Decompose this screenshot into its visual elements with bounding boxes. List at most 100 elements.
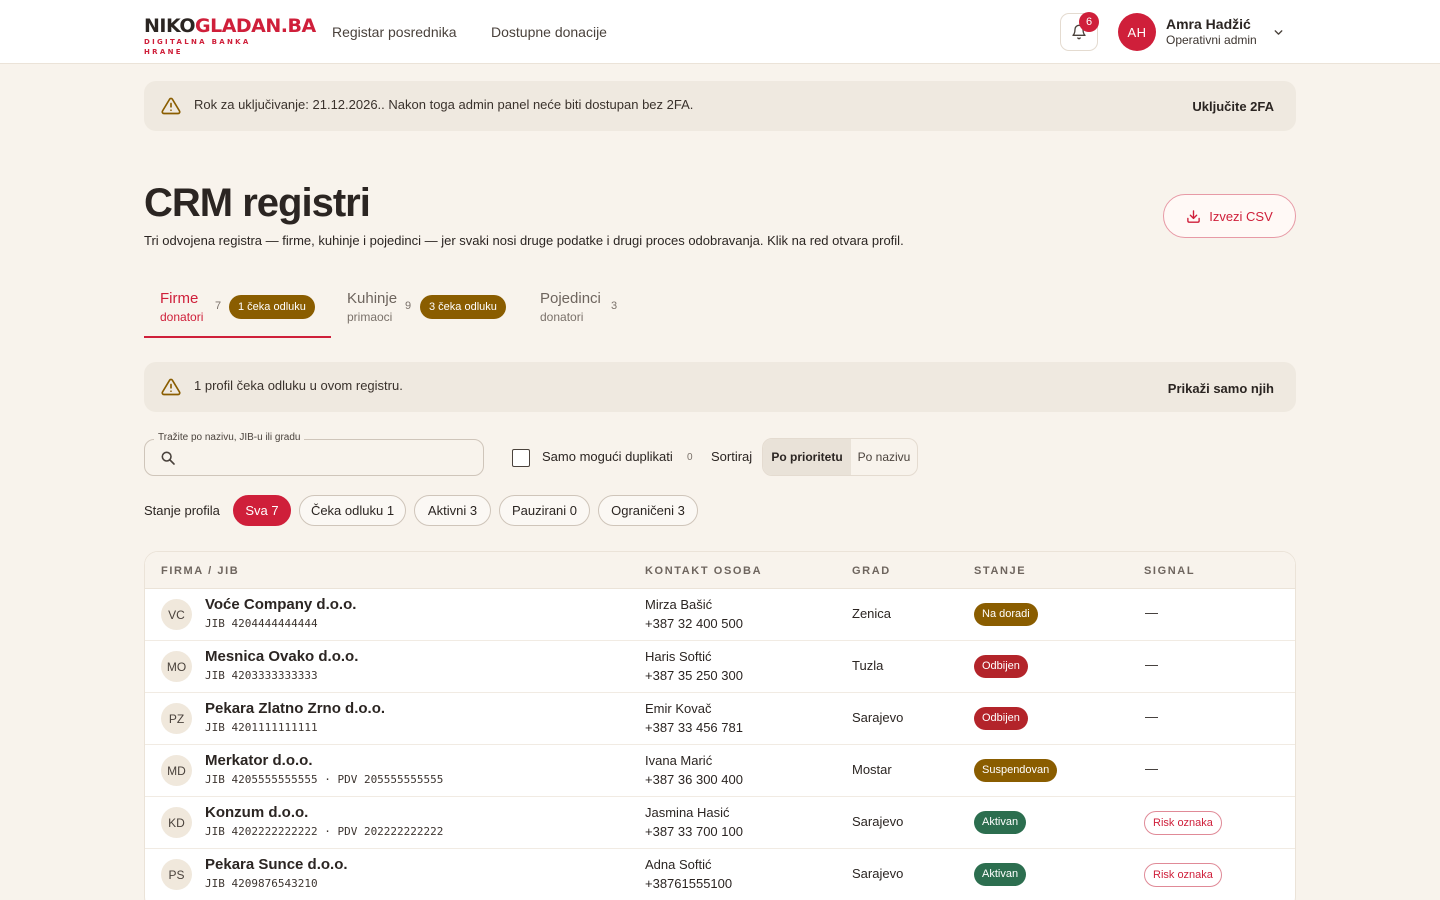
firm-city: Sarajevo — [852, 866, 904, 881]
tab-pojedinci-count: 3 — [611, 300, 618, 312]
sort-by-name[interactable]: Po nazivu — [851, 439, 917, 475]
logo[interactable]: NIKOGLADAN.BA DIGITALNA BANKA HRANE — [144, 15, 316, 57]
duplicates-label[interactable]: Samo mogući duplikati — [542, 449, 673, 464]
contact-phone: +387 35 250 300 — [645, 668, 743, 683]
table-row[interactable]: PS Pekara Sunce d.o.o. JIB 4209876543210… — [145, 849, 1295, 900]
contact-phone: +38761555100 — [645, 876, 733, 891]
chip-all[interactable]: Sva 7 — [233, 495, 291, 526]
firm-jib: JIB 4202222222222 · PDV 202222222222 — [205, 825, 444, 838]
firm-avatar: VC — [161, 599, 192, 630]
chip-active[interactable]: Aktivni 3 — [414, 495, 491, 526]
firm-jib: JIB 4201111111111 — [205, 721, 318, 734]
tab-pojedinci-subtitle: donatori — [540, 310, 584, 324]
search-icon — [161, 451, 175, 465]
show-only-pending-link[interactable]: Prikaži samo njih — [1168, 381, 1274, 396]
pending-profiles-text: 1 profil čeka odluku u ovom registru. — [194, 378, 403, 393]
twofa-warning-text: Rok za uključivanje: 21.12.2026.. Nakon … — [194, 97, 694, 112]
firm-city: Zenica — [852, 606, 892, 621]
export-csv-button[interactable]: Izvezi CSV — [1163, 194, 1296, 238]
column-header-status[interactable]: STANJE — [974, 565, 1026, 577]
firm-city: Sarajevo — [852, 814, 904, 829]
signal-value: — — [1145, 657, 1158, 672]
tab-pojedinci[interactable]: Pojedinci donatori 3 — [524, 288, 634, 338]
contact-name: Adna Softić — [645, 857, 712, 872]
signal-value: — — [1145, 709, 1158, 724]
enable-2fa-link[interactable]: Uključite 2FA — [1192, 99, 1274, 114]
status-badge: Na doradi — [974, 603, 1038, 626]
column-header-signal[interactable]: SIGNAL — [1144, 565, 1195, 577]
notifications-count-badge: 6 — [1079, 12, 1099, 32]
contact-name: Mirza Bašić — [645, 597, 713, 612]
logo-wordmark: NIKOGLADAN.BA — [144, 15, 316, 37]
status-badge: Suspendovan — [974, 759, 1058, 782]
tab-kuhinje-subtitle: primaoci — [347, 310, 393, 324]
firm-jib: JIB 4205555555555 · PDV 205555555555 — [205, 773, 444, 786]
warning-icon — [161, 97, 181, 115]
page-subtitle: Tri odvojena registra — firme, kuhinje i… — [144, 233, 904, 248]
tab-kuhinje[interactable]: Kuhinje primaoci 9 3 čeka odluku — [331, 288, 524, 338]
page-title: CRM registri — [144, 181, 371, 225]
table-header: FIRMA / JIB KONTAKT OSOBA GRAD STANJE SI… — [145, 552, 1295, 589]
contact-name: Emir Kovač — [645, 701, 712, 716]
firm-jib: JIB 4204444444444 — [205, 617, 318, 630]
user-role: Operativni admin — [1166, 33, 1257, 47]
top-bar: NIKOGLADAN.BA DIGITALNA BANKA HRANE Regi… — [0, 0, 1440, 64]
firm-name: Mesnica Ovako d.o.o. — [205, 648, 359, 665]
firms-table: FIRMA / JIB KONTAKT OSOBA GRAD STANJE SI… — [144, 551, 1296, 900]
duplicates-count: 0 — [687, 452, 693, 463]
warning-icon — [161, 378, 181, 396]
download-icon — [1187, 209, 1201, 223]
search-input[interactable] — [185, 448, 475, 468]
sort-label: Sortiraj — [711, 449, 753, 464]
firm-name: Pekara Zlatno Zrno d.o.o. — [205, 700, 386, 717]
duplicates-checkbox[interactable] — [512, 449, 530, 467]
export-csv-label: Izvezi CSV — [1209, 208, 1273, 224]
firm-city: Sarajevo — [852, 710, 904, 725]
status-badge: Odbijen — [974, 707, 1028, 730]
firm-avatar: KD — [161, 807, 192, 838]
table-row[interactable]: KD Konzum d.o.o. JIB 4202222222222 · PDV… — [145, 797, 1295, 849]
search-label: Tražite po nazivu, JIB-u ili gradu — [154, 432, 305, 443]
status-badge: Aktivan — [974, 811, 1027, 834]
contact-name: Haris Softić — [645, 649, 712, 664]
firm-name: Merkator d.o.o. — [205, 752, 313, 769]
column-header-contact[interactable]: KONTAKT OSOBA — [645, 565, 762, 577]
sort-segmented-control: Po prioritetu Po nazivu — [762, 438, 918, 476]
chevron-down-icon[interactable] — [1272, 26, 1285, 39]
nav-link-registar-posrednika[interactable]: Registar posrednika — [332, 23, 457, 41]
tab-kuhinje-pending-badge: 3 čeka odluku — [420, 295, 506, 319]
firm-avatar: MO — [161, 651, 192, 682]
table-row[interactable]: VC Voće Company d.o.o. JIB 4204444444444… — [145, 589, 1295, 641]
table-row[interactable]: PZ Pekara Zlatno Zrno d.o.o. JIB 4201111… — [145, 693, 1295, 745]
tab-firme-title: Firme — [160, 290, 199, 307]
chip-pending[interactable]: Čeka odluku 1 — [299, 495, 406, 526]
pending-profiles-banner: 1 profil čeka odluku u ovom registru. Pr… — [144, 362, 1296, 412]
firm-name: Pekara Sunce d.o.o. — [205, 856, 348, 873]
status-badge: Aktivan — [974, 863, 1027, 886]
chip-paused[interactable]: Pauzirani 0 — [499, 495, 590, 526]
contact-name: Jasmina Hasić — [645, 805, 730, 820]
tab-firme-count: 7 — [215, 300, 222, 312]
chip-restricted[interactable]: Ograničeni 3 — [598, 495, 698, 526]
firm-avatar: MD — [161, 755, 192, 786]
tab-firme[interactable]: Firme donatori 7 1 čeka odluku — [144, 288, 331, 338]
table-row[interactable]: MD Merkator d.o.o. JIB 4205555555555 · P… — [145, 745, 1295, 797]
user-avatar[interactable]: AH — [1118, 13, 1156, 51]
user-name: Amra Hadžić — [1166, 16, 1251, 32]
contact-name: Ivana Marić — [645, 753, 713, 768]
column-header-firm[interactable]: FIRMA / JIB — [161, 565, 239, 577]
search-field[interactable] — [144, 439, 484, 476]
firm-jib: JIB 4209876543210 — [205, 877, 318, 890]
column-header-city[interactable]: GRAD — [852, 565, 891, 577]
firm-city: Tuzla — [852, 658, 884, 673]
firm-city: Mostar — [852, 762, 892, 777]
tab-kuhinje-count: 9 — [405, 300, 412, 312]
firm-avatar: PZ — [161, 703, 192, 734]
tab-firme-pending-badge: 1 čeka odluku — [229, 295, 315, 319]
sort-by-priority[interactable]: Po prioritetu — [763, 439, 851, 475]
tab-kuhinje-title: Kuhinje — [347, 290, 398, 307]
nav-link-dostupne-donacije[interactable]: Dostupne donacije — [491, 23, 607, 41]
profile-state-label: Stanje profila — [144, 503, 220, 518]
table-row[interactable]: MO Mesnica Ovako d.o.o. JIB 420333333333… — [145, 641, 1295, 693]
contact-phone: +387 36 300 400 — [645, 772, 743, 787]
